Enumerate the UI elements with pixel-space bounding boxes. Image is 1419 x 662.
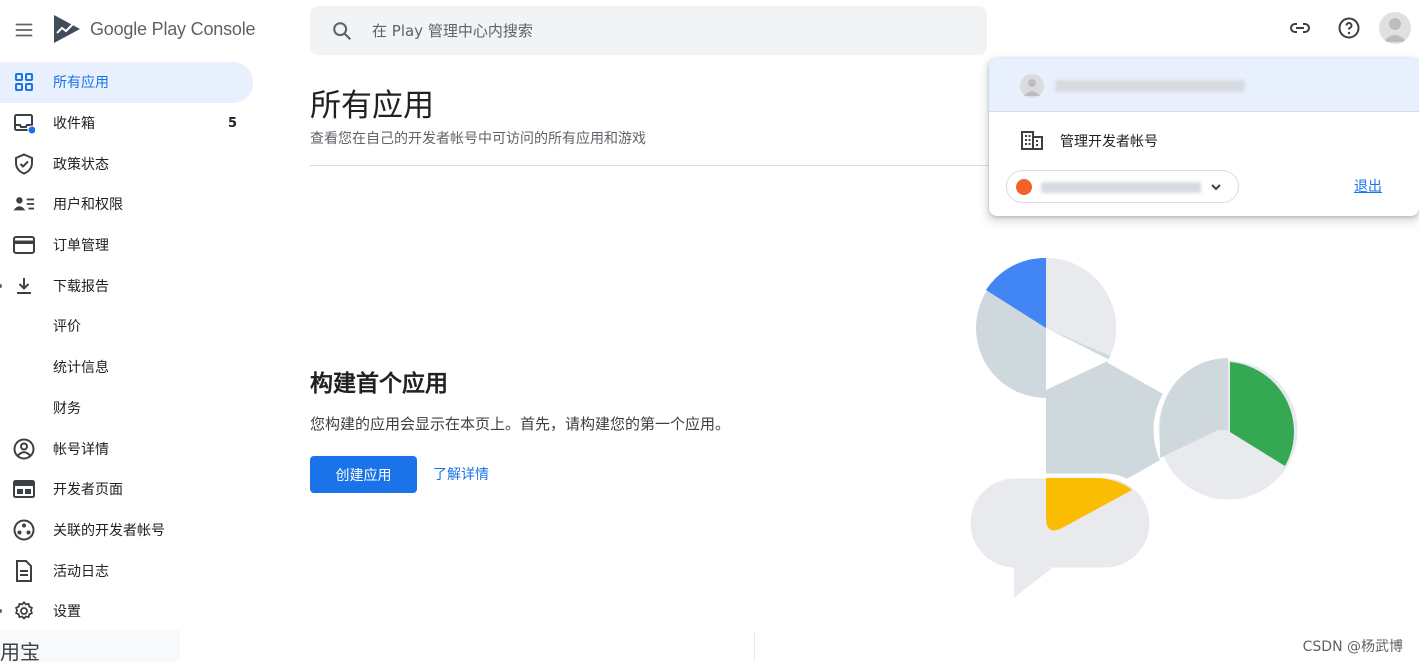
sidebar-item-users-permissions[interactable]: 用户和权限 [0,184,260,225]
create-app-button[interactable]: 创建应用 [310,456,417,493]
account-menu-popover: 管理开发者帐号 退出 [989,58,1419,216]
sidebar-item-activity-log[interactable]: 活动日志 [0,550,260,591]
download-icon [13,275,35,297]
sidebar-nav: 所有应用 收件箱 5 政策状态 用户和权限 订单管理 下载报告 评价 统计信息 … [0,62,260,632]
account-avatar-button[interactable] [1379,12,1411,44]
redacted-account-name [1055,80,1245,92]
inbox-icon [13,112,35,135]
inbox-count-badge: 5 [228,115,238,131]
developer-account-selector[interactable] [1006,170,1239,203]
header-divider [310,165,990,166]
sidebar-item-order-management[interactable]: 订单管理 [0,225,260,266]
chevron-down-icon [1208,179,1224,195]
sidebar-subitem-reviews[interactable]: 评价 [0,306,260,347]
user-list-icon [13,193,35,215]
sidebar-item-label: 政策状态 [53,156,109,173]
search-icon [330,19,354,43]
help-button[interactable] [1337,16,1361,40]
sidebar-item-label: 订单管理 [53,238,109,255]
app-logo[interactable]: Google Play Console [52,14,256,44]
link-icon [1290,23,1310,33]
footer-divider [754,632,755,662]
app-name: Google Play Console [90,18,256,39]
credit-card-icon [13,234,35,256]
link-button[interactable] [1288,16,1312,40]
sidebar-item-label: 所有应用 [53,75,109,92]
sidebar-item-policy-status[interactable]: 政策状态 [0,143,260,184]
hamburger-icon [15,23,33,37]
web-page-icon [13,478,35,500]
learn-more-link[interactable]: 了解详情 [433,464,489,484]
avatar-icon [1383,18,1407,42]
apps-grid-icon [13,71,35,93]
help-icon [1338,17,1360,39]
page-title: 所有应用 [310,88,434,124]
sidebar-item-account-details[interactable]: 帐号详情 [0,428,260,469]
empty-state-description: 您构建的应用会显示在本页上。首先，请构建您的第一个应用。 [310,415,731,433]
manage-developer-account-item[interactable]: 管理开发者帐号 [989,120,1419,160]
building-icon [1020,128,1044,152]
sign-out-link[interactable]: 退出 [1354,176,1382,196]
sidebar-item-linked-developer-accounts[interactable]: 关联的开发者帐号 [0,510,260,551]
sidebar-item-label: 设置 [53,604,81,621]
sidebar-item-label: 帐号详情 [53,441,109,458]
sidebar-footer-text: 用宝 [0,640,40,662]
linked-accounts-icon [13,519,35,541]
sidebar-item-label: 关联的开发者帐号 [53,522,165,539]
gear-icon [13,600,35,622]
main-menu-button[interactable] [12,18,36,42]
play-console-logo-icon [54,15,80,43]
document-icon [13,559,35,582]
sidebar-item-label: 评价 [53,319,81,336]
sidebar-item-download-reports[interactable]: 下载报告 [0,265,260,306]
sidebar-subitem-finance[interactable]: 财务 [0,388,260,429]
sidebar-subitem-statistics[interactable]: 统计信息 [0,347,260,388]
account-circle-icon [13,438,35,460]
sidebar-item-all-apps[interactable]: 所有应用 [0,62,253,103]
redacted-developer-name [1041,182,1201,193]
search-bar[interactable] [310,6,987,55]
empty-state-title: 构建首个应用 [310,371,448,397]
account-avatar-icon [1020,74,1044,98]
sidebar-item-label: 用户和权限 [53,197,123,214]
sidebar-item-label: 统计信息 [53,360,109,377]
expand-indicator [0,283,2,288]
expand-indicator [0,609,2,614]
search-input[interactable] [372,10,932,51]
sidebar-item-label: 开发者页面 [53,482,123,499]
sidebar-item-label: 收件箱 [53,116,95,133]
sidebar-item-inbox[interactable]: 收件箱 5 [0,103,260,144]
sidebar-item-label: 下载报告 [53,278,109,295]
sidebar-item-label: 财务 [53,400,81,417]
developer-avatar-icon [1016,179,1032,195]
sidebar-item-label: 活动日志 [53,563,109,580]
watermark-text: CSDN @杨武博 [1302,639,1403,655]
shield-check-icon [13,153,35,175]
empty-state-illustration [965,257,1303,598]
page-subtitle: 查看您在自己的开发者帐号中可访问的所有应用和游戏 [310,131,646,147]
sidebar-item-developer-page[interactable]: 开发者页面 [0,469,260,510]
manage-developer-account-label: 管理开发者帐号 [1060,134,1158,150]
current-account-row[interactable] [989,58,1419,112]
sidebar-item-settings[interactable]: 设置 [0,591,260,632]
